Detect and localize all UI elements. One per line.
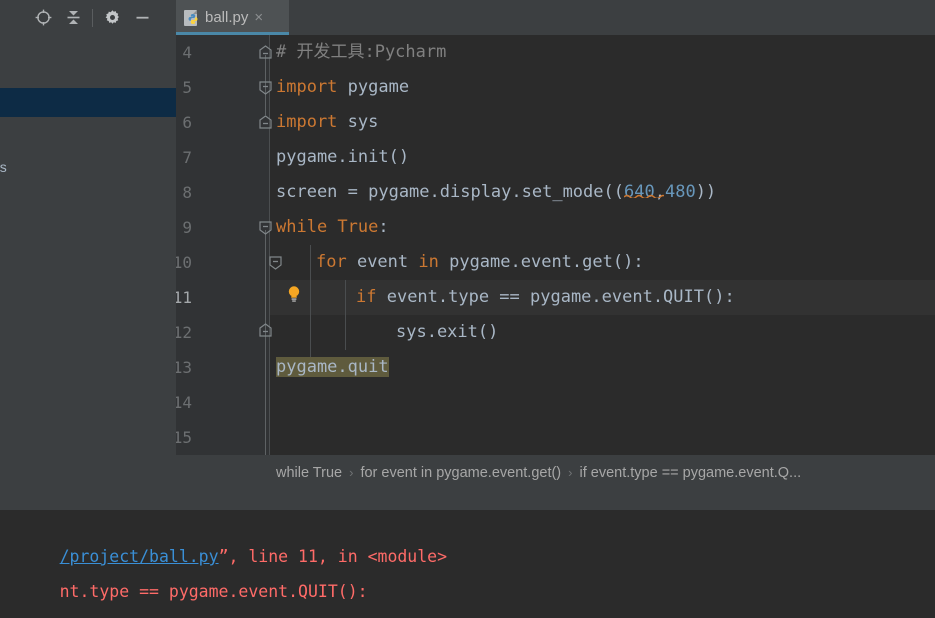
code-line[interactable]	[270, 420, 935, 455]
minimize-icon[interactable]	[127, 3, 157, 33]
collapse-all-icon[interactable]	[58, 3, 88, 33]
run-console[interactable]: /project/ball.py”, line 11, in <module> …	[0, 510, 935, 618]
code-line[interactable]: import pygame	[270, 70, 935, 105]
code-token-keyword: in	[418, 252, 450, 272]
python-file-icon	[184, 9, 200, 26]
code-token-number-warned: 640	[624, 182, 664, 202]
project-tree-panel[interactable]: es	[0, 35, 176, 486]
code-line[interactable]: while True:	[270, 210, 935, 245]
code-line[interactable]: pygame.quit	[270, 350, 935, 385]
line-number: 12	[176, 323, 192, 342]
project-toolbar	[0, 0, 176, 35]
code-token-keyword: for	[316, 252, 357, 272]
code-line[interactable]: screen = pygame.display.set_mode((640,48…	[270, 175, 935, 210]
tab-ball-py[interactable]: ball.py ×	[176, 0, 289, 35]
tab-label: ball.py	[205, 9, 249, 26]
console-divider	[0, 490, 935, 510]
code-token-selected[interactable]: pygame.quit	[276, 357, 389, 377]
code-line[interactable]: for event in pygame.event.get():	[270, 245, 935, 280]
gear-icon[interactable]	[97, 3, 127, 33]
code-token: event.type == pygame.event.QUIT():	[386, 287, 735, 307]
breadcrumb-item[interactable]: if event.type == pygame.event.Q...	[579, 465, 801, 481]
line-number-current: 11	[176, 288, 192, 307]
code-text-area[interactable]: # 开发工具:Pycharm import pygame import sys …	[270, 35, 935, 455]
breadcrumb-item[interactable]: while True	[276, 465, 342, 481]
code-token: pygame	[347, 77, 410, 97]
code-token-keyword: import	[276, 112, 348, 132]
line-number: 15	[176, 428, 192, 447]
code-token: screen = pygame.display.set_mode((	[276, 182, 624, 202]
chevron-right-icon: ›	[568, 465, 573, 480]
line-number: 9	[182, 218, 192, 237]
code-token: :	[378, 217, 389, 237]
breadcrumb[interactable]: while True › for event in pygame.event.g…	[176, 455, 935, 490]
line-number: 4	[182, 43, 192, 62]
warning-squiggle-icon	[624, 194, 664, 198]
code-line[interactable]: sys.exit()	[270, 315, 935, 350]
code-line[interactable]: pygame.init()	[270, 140, 935, 175]
code-token: sys.exit()	[396, 322, 499, 342]
editor-gutter[interactable]: 4 5 6 7 8 9 10 11 12 13 14 15	[176, 35, 270, 455]
line-number: 13	[176, 358, 192, 377]
code-token: pygame.event.get():	[449, 252, 644, 272]
line-number: 8	[182, 183, 192, 202]
breadcrumb-item[interactable]: for event in pygame.event.get()	[360, 465, 561, 481]
code-editor[interactable]: 4 5 6 7 8 9 10 11 12 13 14 15 # 开发工具:Pyc…	[176, 35, 935, 455]
locate-target-icon[interactable]	[28, 3, 58, 33]
pycharm-window: ball.py × es 4 5 6 7 8 9 10 11 12 13 14 …	[0, 0, 935, 618]
code-token-keyword: if	[356, 287, 387, 307]
code-line[interactable]: # 开发工具:Pycharm	[270, 35, 935, 70]
code-line[interactable]: import sys	[270, 105, 935, 140]
code-token: ))	[695, 182, 717, 202]
tree-row-selected[interactable]	[0, 88, 176, 117]
code-token-keyword: while	[276, 217, 338, 237]
line-number: 14	[176, 393, 192, 412]
code-token-keyword: True	[337, 217, 379, 237]
tree-row[interactable]	[0, 35, 176, 64]
code-token: sys	[347, 112, 379, 132]
line-number: 10	[176, 253, 192, 272]
code-token-comment: # 开发工具:Pycharm	[276, 42, 447, 62]
code-token: pygame.init()	[276, 147, 410, 167]
code-token: ,	[654, 182, 665, 202]
tree-item-label: es	[0, 159, 7, 175]
editor-tab-bar: ball.py ×	[176, 0, 935, 35]
code-token: event	[356, 252, 419, 272]
code-token-keyword: import	[276, 77, 348, 97]
code-line-current[interactable]: if event.type == pygame.event.QUIT():	[270, 280, 935, 315]
toolbar-divider	[92, 8, 93, 27]
chevron-right-icon: ›	[349, 465, 354, 480]
close-icon[interactable]: ×	[254, 10, 263, 25]
line-number: 6	[182, 113, 192, 132]
code-token-number: 480	[664, 182, 696, 202]
line-number: 7	[182, 148, 192, 167]
tree-row[interactable]	[0, 153, 176, 182]
console-line: rror: module 'pygame.event' has no attri…	[0, 597, 567, 618]
line-number: 5	[182, 78, 192, 97]
code-line[interactable]	[270, 385, 935, 420]
